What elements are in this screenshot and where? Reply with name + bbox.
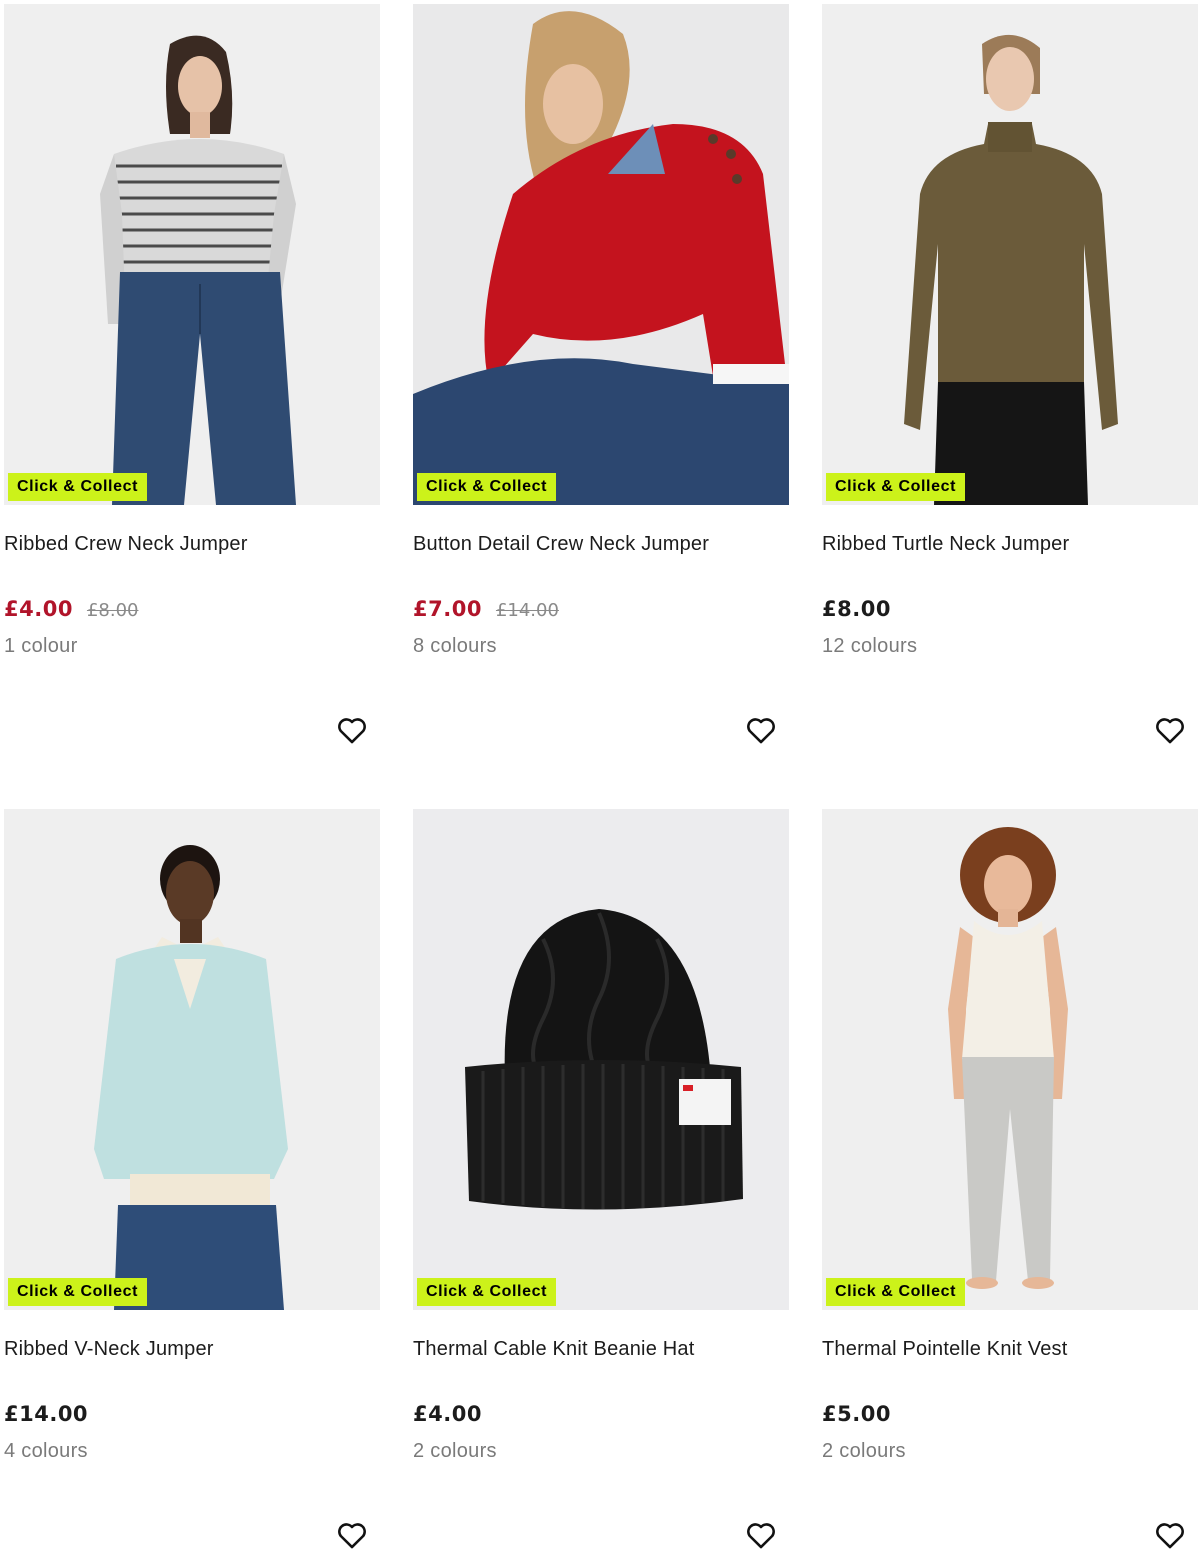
price-row: £4.00 £8.00 <box>4 597 138 625</box>
product-photo-turtle-neck <box>822 4 1198 505</box>
colour-count: 2 colours <box>413 1440 497 1462</box>
colour-count: 8 colours <box>413 635 497 657</box>
product-image[interactable]: Click & Collect <box>822 809 1198 1310</box>
product-photo-pointelle-vest <box>822 809 1198 1310</box>
product-image[interactable]: Click & Collect <box>4 809 380 1310</box>
product-image[interactable]: Click & Collect <box>4 4 380 505</box>
price-row: £8.00 <box>822 597 891 625</box>
was-price: £8.00 <box>86 600 139 621</box>
click-and-collect-badge: Click & Collect <box>417 473 557 501</box>
price: £5.00 <box>822 1402 891 1426</box>
heart-outline-icon <box>1156 718 1184 744</box>
heart-outline-icon <box>1156 1523 1184 1549</box>
heart-outline-icon <box>338 1523 366 1549</box>
product-card[interactable]: Click & Collect Ribbed V-Neck Jumper £14… <box>4 809 380 1552</box>
product-title[interactable]: Ribbed Turtle Neck Jumper <box>822 531 1069 557</box>
wishlist-button[interactable] <box>332 1515 372 1552</box>
wishlist-button[interactable] <box>741 710 781 750</box>
colour-count: 4 colours <box>4 1440 88 1462</box>
product-title[interactable]: Thermal Cable Knit Beanie Hat <box>413 1336 695 1362</box>
wishlist-button[interactable] <box>741 1515 781 1552</box>
click-and-collect-badge: Click & Collect <box>8 473 148 501</box>
heart-outline-icon <box>747 1523 775 1549</box>
sale-price: £7.00 <box>413 597 482 621</box>
price-row: £4.00 <box>413 1402 482 1430</box>
product-card[interactable]: Click & Collect Ribbed Crew Neck Jumper … <box>4 4 380 794</box>
click-and-collect-badge: Click & Collect <box>8 1278 148 1306</box>
heart-outline-icon <box>338 718 366 744</box>
product-card[interactable]: Click & Collect Button Detail Crew Neck … <box>413 4 789 794</box>
price-row: £7.00 £14.00 <box>413 597 559 625</box>
price: £14.00 <box>4 1402 89 1426</box>
click-and-collect-badge: Click & Collect <box>417 1278 557 1306</box>
product-card[interactable]: Click & Collect Thermal Cable Knit Beani… <box>413 809 789 1552</box>
product-photo-red-jumper <box>413 4 789 505</box>
product-grid: Click & Collect Ribbed Crew Neck Jumper … <box>0 0 1200 1552</box>
heart-outline-icon <box>747 718 775 744</box>
product-photo-striped-jumper <box>4 4 380 505</box>
product-image[interactable]: Click & Collect <box>413 809 789 1310</box>
product-title[interactable]: Thermal Pointelle Knit Vest <box>822 1336 1068 1362</box>
product-title[interactable]: Ribbed V-Neck Jumper <box>4 1336 214 1362</box>
wishlist-button[interactable] <box>1150 710 1190 750</box>
wishlist-button[interactable] <box>1150 1515 1190 1552</box>
was-price: £14.00 <box>495 600 559 621</box>
colour-count: 1 colour <box>4 635 78 657</box>
price-row: £14.00 <box>4 1402 88 1430</box>
price: £8.00 <box>822 597 891 621</box>
colour-count: 2 colours <box>822 1440 906 1462</box>
product-photo-v-neck <box>4 809 380 1310</box>
product-photo-beanie <box>413 809 789 1310</box>
product-image[interactable]: Click & Collect <box>413 4 789 505</box>
product-image[interactable]: Click & Collect <box>822 4 1198 505</box>
product-title[interactable]: Ribbed Crew Neck Jumper <box>4 531 248 557</box>
price-row: £5.00 <box>822 1402 891 1430</box>
product-card[interactable]: Click & Collect Ribbed Turtle Neck Jumpe… <box>822 4 1198 794</box>
price: £4.00 <box>413 1402 482 1426</box>
colour-count: 12 colours <box>822 635 918 657</box>
click-and-collect-badge: Click & Collect <box>826 1278 966 1306</box>
click-and-collect-badge: Click & Collect <box>826 473 966 501</box>
product-title[interactable]: Button Detail Crew Neck Jumper <box>413 531 709 557</box>
sale-price: £4.00 <box>4 597 73 621</box>
wishlist-button[interactable] <box>332 710 372 750</box>
product-card[interactable]: Click & Collect Thermal Pointelle Knit V… <box>822 809 1198 1552</box>
